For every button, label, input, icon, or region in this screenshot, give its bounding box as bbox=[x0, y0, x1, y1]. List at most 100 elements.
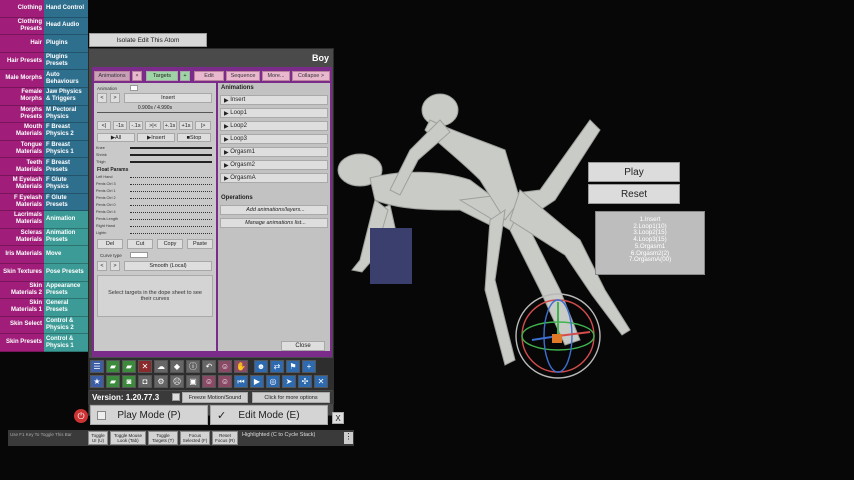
tab-female-morphs[interactable]: Female Morphs bbox=[0, 87, 44, 106]
play-icon[interactable]: ▶ bbox=[250, 375, 264, 388]
person-add-icon[interactable]: ☺ bbox=[218, 375, 232, 388]
float-row[interactable]: Penis Length bbox=[96, 216, 214, 222]
float-row[interactable]: Right Hand bbox=[96, 223, 214, 229]
stop-button[interactable]: ■ Stop bbox=[177, 133, 211, 142]
tab-close-x[interactable]: × bbox=[132, 71, 142, 81]
float-row[interactable]: Penis Ctrl 4 bbox=[96, 209, 214, 215]
prev-animation-button[interactable]: < bbox=[97, 93, 107, 103]
snap-button[interactable]: >|< bbox=[145, 121, 161, 130]
tab-m-eyelash-materials[interactable]: M Eyelash Materials bbox=[0, 175, 44, 194]
tab-clothing-presets[interactable]: Clothing Presets bbox=[0, 17, 44, 36]
play-insert-button[interactable]: ▶ Insert bbox=[137, 133, 175, 142]
more-options-button[interactable]: Click for more options bbox=[252, 392, 330, 403]
play-all-button[interactable]: ▶ All bbox=[97, 133, 135, 142]
isolate-edit-button[interactable]: Isolate Edit This Atom bbox=[89, 33, 207, 47]
tab-general-presets[interactable]: General Presets bbox=[44, 299, 88, 317]
tab-control-physics-1[interactable]: Control & Physics 1 bbox=[44, 334, 88, 352]
next-animation-button[interactable]: > bbox=[110, 93, 120, 103]
animation-toggle[interactable] bbox=[130, 85, 138, 91]
float-row[interactable]: Penis Ctrl 3 bbox=[96, 181, 214, 187]
user-icon[interactable]: ☻ bbox=[254, 360, 268, 373]
float-row[interactable]: Penis Ctrl 2 bbox=[96, 195, 214, 201]
sequence-item[interactable]: 7.OrgasmA(00) bbox=[596, 257, 704, 264]
tab-animations[interactable]: Animations bbox=[94, 71, 130, 81]
float-row[interactable]: Lightn bbox=[96, 230, 214, 236]
tab-animation[interactable]: Animation bbox=[44, 211, 88, 229]
share-icon[interactable]: ⇄ bbox=[270, 360, 284, 373]
tab-plugins-presets[interactable]: Plugins Presets bbox=[44, 52, 88, 71]
collapse-button[interactable]: Collapse > bbox=[292, 71, 330, 81]
toggle-ui-button[interactable]: Toggle UI (U) bbox=[88, 431, 108, 445]
transform-gizmo[interactable] bbox=[510, 288, 606, 384]
person-select-icon[interactable]: ☺ bbox=[218, 360, 232, 373]
tab-skin-select[interactable]: Skin Select bbox=[0, 316, 44, 335]
play-mode-button[interactable]: Play Mode (P) bbox=[90, 405, 208, 425]
paste-key-button[interactable]: Paste bbox=[187, 239, 213, 249]
tab-skin-materials-2[interactable]: Skin Materials 2 bbox=[0, 281, 44, 300]
animation-item-loop2[interactable]: ▶ Loop2 bbox=[220, 121, 328, 131]
copy-key-button[interactable]: Copy bbox=[157, 239, 183, 249]
scrubber[interactable] bbox=[97, 112, 213, 118]
skip-back-icon[interactable]: ⏮ bbox=[234, 375, 248, 388]
curve-type-select[interactable]: Smooth (Local) bbox=[124, 261, 212, 271]
float-row[interactable]: Penis Ctrl 0 bbox=[96, 202, 214, 208]
toggle-targets-button[interactable]: Toggle Targets (T) bbox=[148, 431, 178, 445]
scene-cube[interactable] bbox=[370, 228, 412, 284]
add-icon[interactable]: + bbox=[302, 360, 316, 373]
world-reset-button[interactable]: Reset bbox=[588, 184, 680, 204]
power-icon[interactable]: ⏻ bbox=[74, 409, 88, 423]
tab-pose-presets[interactable]: Pose Presets bbox=[44, 263, 88, 282]
tab-f-breast-presets[interactable]: F Breast Presets bbox=[44, 158, 88, 176]
animation-item-insert[interactable]: ▶ Insert bbox=[220, 95, 328, 105]
manage-animations-button[interactable]: Manage animations list... bbox=[220, 218, 328, 228]
curve-type-toggle[interactable] bbox=[130, 252, 148, 258]
tab-auto-behaviours[interactable]: Auto Behaviours bbox=[44, 70, 88, 88]
go-start-button[interactable]: <| bbox=[97, 121, 111, 130]
fwd-1s-button[interactable]: +1s bbox=[179, 121, 193, 130]
tab-lacrimals-materials[interactable]: Lacrimals Materials bbox=[0, 211, 44, 229]
world-play-button[interactable]: Play bbox=[588, 162, 680, 182]
float-row[interactable]: Left Hand bbox=[96, 174, 214, 180]
animation-item-loop3[interactable]: ▶ Loop3 bbox=[220, 134, 328, 144]
panel-close-button[interactable]: Close bbox=[281, 341, 325, 351]
menu-icon[interactable]: ☰ bbox=[90, 360, 104, 373]
tab-skin-textures[interactable]: Skin Textures bbox=[0, 263, 44, 282]
tab-appearance-presets[interactable]: Appearance Presets bbox=[44, 281, 88, 300]
insert-dropdown[interactable]: Insert bbox=[124, 93, 212, 103]
tab-edit[interactable]: Edit bbox=[194, 71, 224, 81]
toggle-mouse-look-button[interactable]: Toggle Mouse Look (Tab) bbox=[110, 431, 146, 445]
tab-targets[interactable]: Targets bbox=[146, 71, 178, 81]
delete-key-button[interactable]: Del bbox=[97, 239, 123, 249]
screenshot-icon[interactable]: ◙ bbox=[122, 375, 136, 388]
target-icon[interactable]: ◎ bbox=[266, 375, 280, 388]
dope-row[interactable]: Knee bbox=[96, 145, 214, 151]
mask-icon[interactable]: ☹ bbox=[170, 375, 184, 388]
tab-male-morphs[interactable]: Male Morphs bbox=[0, 70, 44, 88]
tab-control-physics-2[interactable]: Control & Physics 2 bbox=[44, 316, 88, 335]
dope-row[interactable]: Thigh bbox=[96, 159, 214, 165]
cloud-icon[interactable]: ☁ bbox=[154, 360, 168, 373]
tab-more[interactable]: More... bbox=[262, 71, 290, 81]
person-icon[interactable]: ☺ bbox=[202, 375, 216, 388]
save-icon[interactable]: ▰ bbox=[106, 375, 120, 388]
tab-head-audio[interactable]: Head Audio bbox=[44, 17, 88, 36]
freeze-checkbox[interactable] bbox=[172, 393, 180, 401]
tab-f-eyelash-materials[interactable]: F Eyelash Materials bbox=[0, 193, 44, 212]
cursor-icon[interactable]: ➤ bbox=[282, 375, 296, 388]
move-icon[interactable]: ✣ bbox=[298, 375, 312, 388]
tab-move[interactable]: Move bbox=[44, 246, 88, 264]
tab-sequence[interactable]: Sequence bbox=[226, 71, 260, 81]
tab-clothing[interactable]: Clothing bbox=[0, 0, 44, 18]
animation-item-orgasm2[interactable]: ▶ Orgasm2 bbox=[220, 160, 328, 170]
folder-open-icon[interactable]: ▰ bbox=[106, 360, 120, 373]
edit-mode-button[interactable]: ✓ Edit Mode (E) bbox=[210, 405, 328, 425]
tab-hair-presets[interactable]: Hair Presets bbox=[0, 52, 44, 71]
box-icon[interactable]: ▣ bbox=[186, 375, 200, 388]
next-curve-button[interactable]: > bbox=[110, 261, 120, 271]
delete-scene-icon[interactable]: ✕ bbox=[138, 360, 152, 373]
animation-item-orgasma[interactable]: ▶ OrgasmA bbox=[220, 173, 328, 183]
hand-icon[interactable]: ✋ bbox=[234, 360, 248, 373]
tools-icon[interactable]: ✕ bbox=[314, 375, 328, 388]
tab-f-glute-physics[interactable]: F Glute Physics bbox=[44, 175, 88, 194]
tab-jaw-physics[interactable]: Jaw Physics & Triggers bbox=[44, 87, 88, 106]
